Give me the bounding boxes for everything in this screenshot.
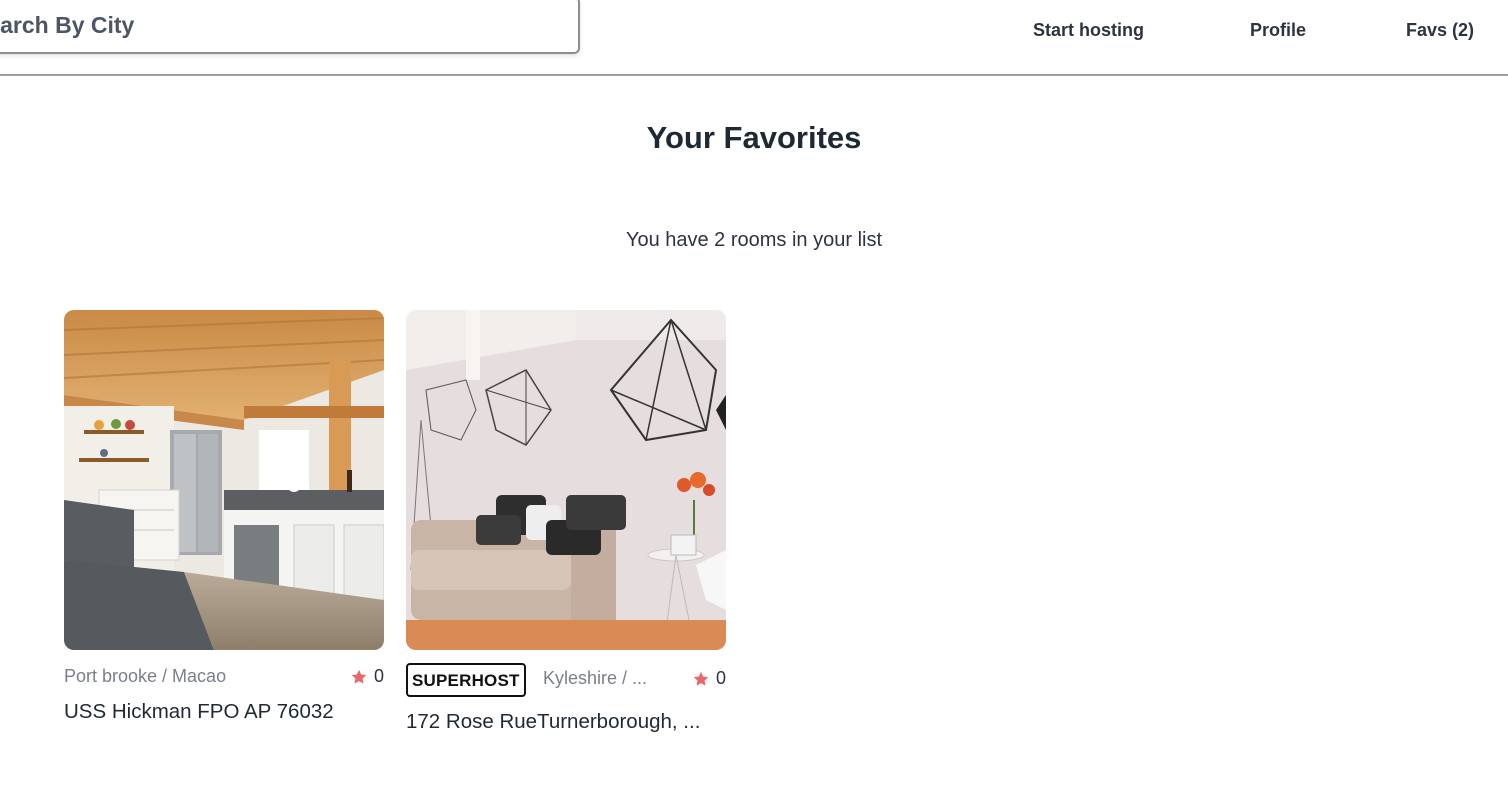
- superhost-badge: SUPERHOST: [406, 663, 526, 697]
- room-address: 172 Rose RueTurnerborough, ...: [406, 710, 701, 733]
- room-rating: 0: [350, 666, 384, 687]
- favs-link[interactable]: Favs (2): [1406, 20, 1474, 44]
- room-card[interactable]: SUPERHOST Kyleshire / ... 0 172 Rose Rue…: [406, 310, 726, 734]
- kitchen-photo-illustration: [64, 310, 384, 650]
- star-icon: [693, 671, 709, 686]
- room-rating: 0: [692, 668, 726, 689]
- star-icon: [351, 669, 367, 684]
- profile-link[interactable]: Profile: [1250, 20, 1306, 44]
- start-hosting-link[interactable]: Start hosting: [1033, 20, 1144, 44]
- room-location: Port brooke / Macao: [64, 666, 227, 686]
- search-bar[interactable]: [0, 0, 580, 54]
- room-location: Kyleshire / ...: [543, 668, 648, 688]
- room-meta: Port brooke / Macao 0: [64, 662, 384, 702]
- living-room-photo-illustration: [406, 310, 726, 650]
- room-meta: SUPERHOST Kyleshire / ... 0: [406, 663, 726, 703]
- top-navbar: Start hosting Profile Favs (2): [0, 0, 1508, 76]
- living-room-photo[interactable]: [406, 310, 726, 650]
- favorites-count: You have 2 rooms in your list: [625, 229, 883, 251]
- kitchen-photo[interactable]: [64, 310, 384, 650]
- rating-value: 0: [373, 666, 384, 686]
- search-input[interactable]: [0, 11, 532, 39]
- rating-value: 0: [715, 668, 726, 688]
- room-card[interactable]: Port brooke / Macao 0 USS Hickman FPO AP…: [64, 310, 384, 724]
- page-title: Your Favorites: [646, 120, 862, 155]
- room-address: USS Hickman FPO AP 76032: [64, 700, 334, 723]
